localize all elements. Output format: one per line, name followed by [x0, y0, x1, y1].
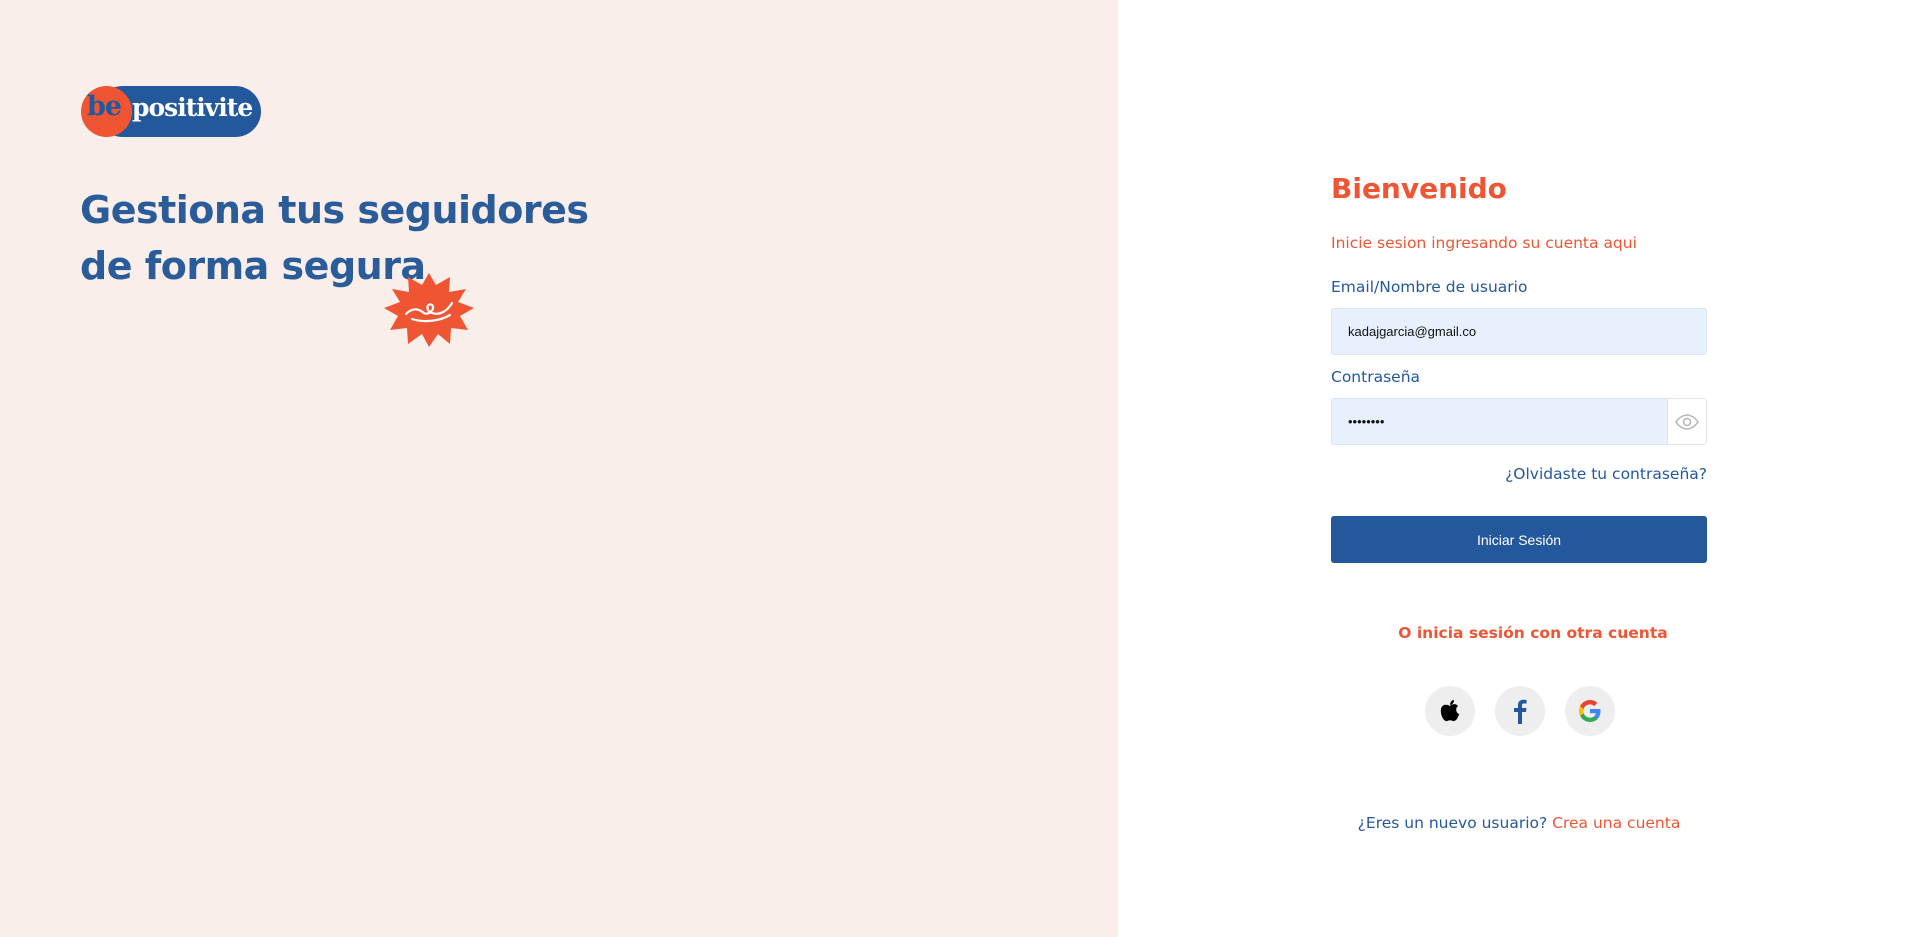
login-button[interactable]: Iniciar Sesión [1331, 516, 1707, 563]
brand-logo: be positivite [81, 86, 261, 137]
show-password-button[interactable] [1667, 399, 1706, 444]
password-field[interactable] [1331, 398, 1707, 445]
google-login-button[interactable] [1565, 686, 1615, 736]
forgot-password-link[interactable]: ¿Olvidaste tu contraseña? [1505, 465, 1707, 483]
logo-name: positivite [132, 93, 253, 122]
register-prompt: ¿Eres un nuevo usuario? Crea una cuenta [1331, 814, 1707, 832]
register-question: ¿Eres un nuevo usuario? [1357, 814, 1548, 832]
password-label: Contraseña [1331, 368, 1421, 386]
hero-panel: be positivite Gestiona tus seguidores de… [0, 0, 1118, 937]
sticker-badge-icon [384, 273, 474, 347]
create-account-link[interactable]: Crea una cuenta [1552, 814, 1680, 832]
hero-headline-line1: Gestiona tus seguidores [80, 188, 589, 232]
alt-login-text: O inicia sesión con otra cuenta [1398, 624, 1668, 642]
google-icon [1579, 700, 1601, 722]
password-wrapper [1331, 398, 1707, 445]
facebook-login-button[interactable] [1495, 686, 1545, 736]
social-login-group [1425, 686, 1615, 736]
apple-login-button[interactable] [1425, 686, 1475, 736]
hero-headline: Gestiona tus seguidores de forma segura [80, 182, 640, 294]
logo-prefix: be [87, 91, 122, 122]
apple-icon [1440, 700, 1459, 722]
hero-headline-line2: de forma segura [80, 244, 426, 288]
email-label: Email/Nombre de usuario [1331, 278, 1528, 296]
eye-icon [1675, 413, 1699, 430]
form-title: Bienvenido [1331, 172, 1507, 205]
login-form: Bienvenido Inicie sesion ingresando su c… [1331, 0, 1707, 937]
email-field[interactable] [1331, 308, 1707, 355]
facebook-icon [1514, 699, 1527, 724]
form-subtitle: Inicie sesion ingresando su cuenta aqui [1331, 234, 1637, 252]
